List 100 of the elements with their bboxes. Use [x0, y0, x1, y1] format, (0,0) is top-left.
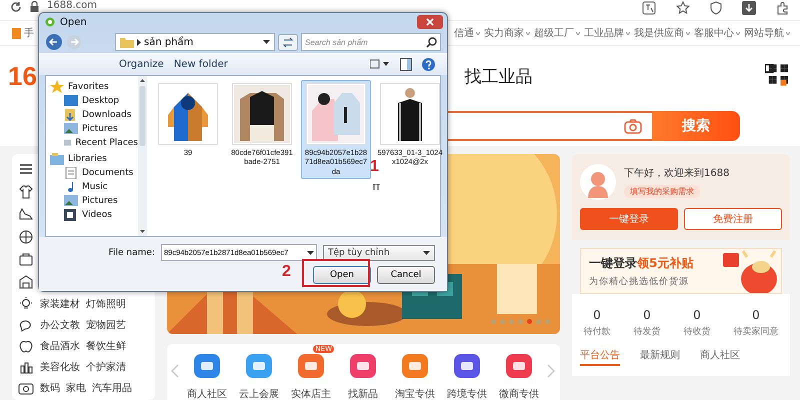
nav-link[interactable]: 实力商家	[484, 26, 524, 40]
open-button[interactable]: Open	[313, 266, 371, 284]
puzzle-icon[interactable]	[776, 1, 790, 15]
reload-icon[interactable]	[10, 1, 22, 13]
order-count: 0	[693, 308, 701, 322]
translate-icon[interactable]	[642, 1, 656, 15]
dropdown-icon[interactable]	[263, 40, 270, 44]
camera-icon[interactable]	[624, 118, 642, 134]
nav-link[interactable]: 客服中心	[694, 26, 734, 40]
path-field[interactable]: sản phẩm	[115, 33, 275, 51]
avatar-icon	[580, 164, 616, 200]
register-button[interactable]: 免费注册	[684, 208, 782, 230]
promo-banner[interactable]: 一键登录领5元补贴 为你精心挑选低价货源	[580, 248, 782, 294]
nav-item[interactable]: Desktop	[82, 96, 120, 106]
toolbar-button[interactable]: Organize	[119, 58, 164, 70]
service-icon[interactable]	[452, 352, 482, 380]
nav-item[interactable]: Documents	[82, 168, 134, 178]
carousel-dot[interactable]	[509, 319, 514, 324]
monitor-icon	[64, 95, 78, 107]
category-link[interactable]: 办公文教	[40, 318, 80, 332]
order-status-link[interactable]: 待付款	[584, 325, 610, 338]
order-status-link[interactable]: 待发货	[634, 325, 660, 338]
category-link[interactable]: 食品酒水	[40, 338, 80, 352]
carousel-dot[interactable]	[518, 319, 523, 324]
service-link[interactable]: 实体店主	[291, 387, 331, 400]
toolbar-button[interactable]: New folder	[174, 58, 228, 70]
document-icon	[64, 167, 78, 179]
nav-item[interactable]: Videos	[82, 210, 112, 220]
nav-link[interactable]: 工业品牌	[584, 26, 624, 40]
dropdown-icon[interactable]	[307, 251, 314, 255]
nav-item[interactable]: Pictures	[82, 124, 118, 134]
view-icon[interactable]	[370, 59, 390, 69]
service-link[interactable]: 微商专供	[499, 387, 539, 400]
help-icon[interactable]	[422, 58, 435, 70]
refresh-icon[interactable]	[278, 34, 298, 50]
order-status-link[interactable]: 待收货	[684, 325, 710, 338]
bag-icon	[18, 251, 34, 268]
caret-icon	[626, 32, 630, 34]
nav-link[interactable]: 网站导航	[744, 26, 784, 40]
nav-item[interactable]: Favorites	[68, 82, 109, 92]
path-text: sản phẩm	[144, 36, 194, 48]
carousel-dot[interactable]	[545, 319, 550, 324]
nav-link[interactable]: 手	[24, 26, 34, 40]
notice-tab[interactable]: 最新规则	[640, 348, 680, 366]
shield-icon[interactable]	[710, 1, 722, 15]
nav-item[interactable]: Music	[82, 182, 108, 192]
service-link[interactable]: 找新品	[348, 387, 378, 400]
service-icon[interactable]	[400, 352, 430, 380]
scrollbar[interactable]	[138, 76, 147, 236]
service-link[interactable]: 跨境专供	[447, 387, 487, 400]
carousel-dot[interactable]	[536, 319, 541, 324]
service-icon[interactable]	[296, 352, 326, 380]
notice-tab[interactable]: 商人社区	[700, 348, 740, 366]
star-icon[interactable]	[676, 1, 690, 15]
nav-item[interactable]: Downloads	[82, 110, 132, 120]
lock-icon	[30, 1, 39, 12]
service-link[interactable]: 云上会展	[239, 387, 279, 400]
order-status-link[interactable]: 待卖家同意	[734, 325, 778, 338]
carousel-dot[interactable]	[527, 319, 532, 324]
nav-item[interactable]: Pictures	[82, 196, 118, 206]
image-icon	[64, 195, 78, 207]
category-link[interactable]: 家电	[66, 380, 86, 394]
download-icon[interactable]	[742, 1, 756, 15]
service-icon[interactable]	[504, 352, 534, 380]
nav-item[interactable]: Recent Places	[75, 138, 138, 148]
bulb-icon	[18, 296, 34, 312]
carousel-dot[interactable]	[500, 319, 505, 324]
nav-link[interactable]: 我是供应商	[634, 26, 684, 40]
nav-link[interactable]: 信通	[454, 26, 474, 40]
address-bar[interactable]: 1688.com	[47, 0, 97, 11]
service-link[interactable]: 淘宝专供	[395, 387, 435, 400]
category-link[interactable]: 灯饰照明	[86, 296, 126, 310]
service-link[interactable]: 商人社区	[187, 387, 227, 400]
caret-icon	[526, 32, 530, 34]
category-link[interactable]: 汽车用品	[92, 380, 132, 394]
category-link[interactable]: 家装建材	[40, 296, 80, 310]
search-field[interactable]: Search sản phẩm	[301, 33, 441, 51]
category-link[interactable]: 餐饮生鲜	[86, 338, 126, 352]
file-type-dropdown[interactable]: Tệp tùy chỉnh	[323, 244, 435, 260]
step-number: 1	[370, 158, 379, 176]
nav-item[interactable]: Libraries	[68, 154, 107, 164]
category-link[interactable]: 数码	[40, 380, 60, 394]
cancel-button[interactable]: Cancel	[377, 266, 435, 284]
preview-pane-icon[interactable]	[400, 58, 412, 70]
category-link[interactable]: 个护家清	[86, 360, 126, 374]
carousel-dot[interactable]	[491, 319, 496, 324]
service-icon[interactable]	[348, 352, 378, 380]
caret-icon	[476, 32, 480, 34]
login-button[interactable]: 一键登录	[580, 208, 678, 230]
category-link[interactable]: 美容化妆	[40, 360, 80, 374]
category-link[interactable]: 宠物园艺	[86, 318, 126, 332]
back-icon[interactable]	[45, 33, 63, 51]
order-count: 0	[752, 308, 760, 322]
service-icon[interactable]	[192, 352, 222, 380]
nav-link[interactable]: 超级工厂	[534, 26, 574, 40]
close-icon[interactable]	[417, 15, 443, 29]
app-icon	[45, 17, 55, 27]
highlight-frame	[302, 259, 370, 287]
bookmark-icon	[12, 28, 21, 38]
service-icon[interactable]	[244, 352, 274, 380]
